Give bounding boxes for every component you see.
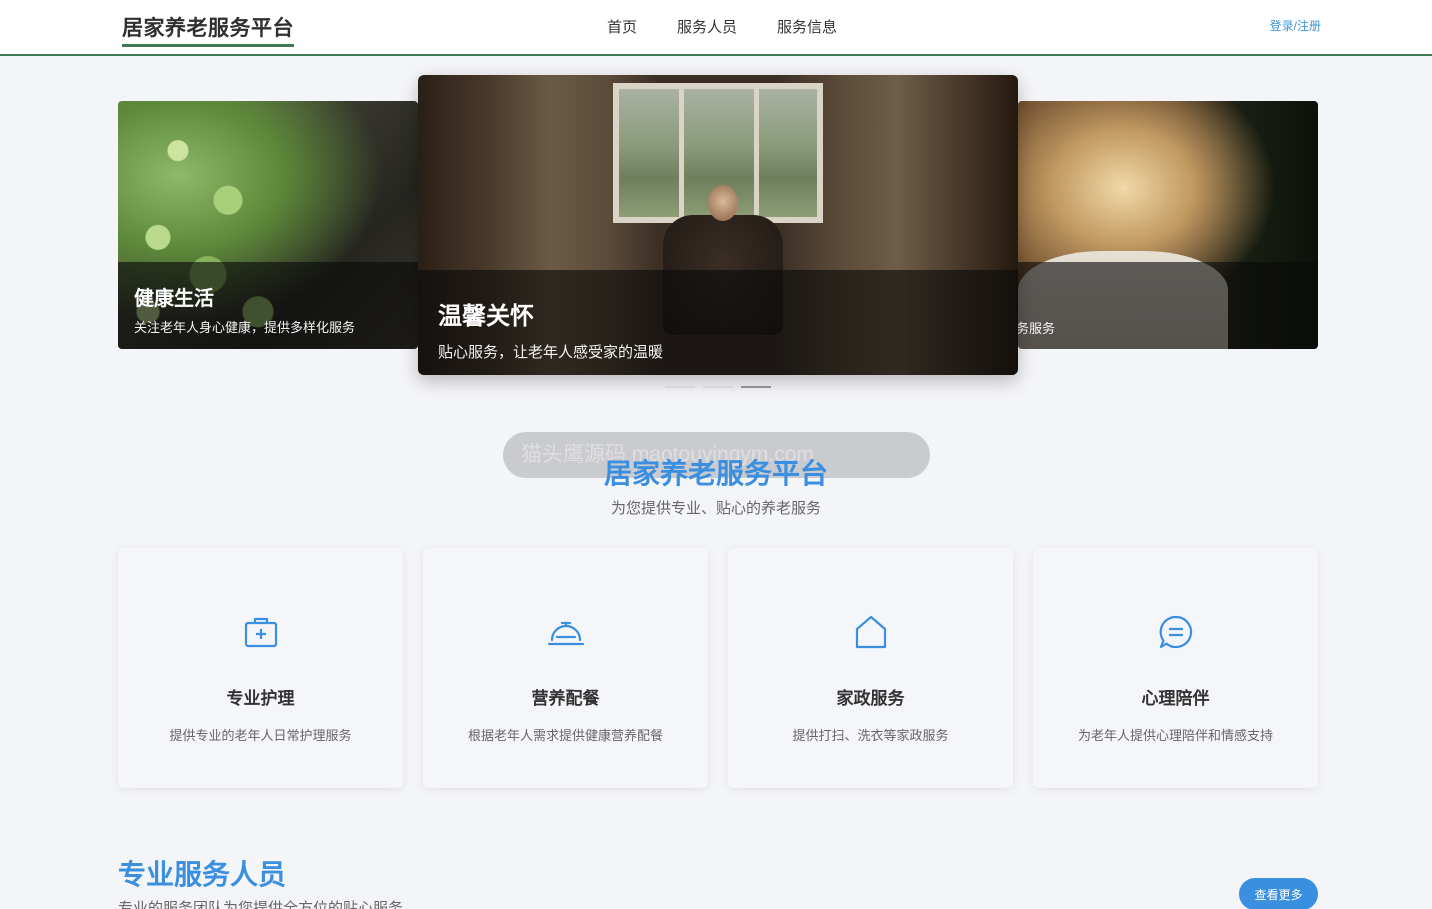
carousel-slide-left[interactable]: 健康生活 关注老年人身心健康，提供多样化服务 xyxy=(118,101,418,349)
hero-carousel: 健康生活 关注老年人身心健康，提供多样化服务 务服务 温馨关怀 贴心服务，让老年… xyxy=(0,56,1432,401)
slide-title: 健康生活 xyxy=(134,288,214,310)
service-card-desc: 为老年人提供心理陪伴和情感支持 xyxy=(1077,728,1273,743)
chat-icon xyxy=(1033,614,1318,650)
nav-staff[interactable]: 服务人员 xyxy=(677,16,737,37)
slide-title: 温馨关怀 xyxy=(438,303,534,330)
slide-photo-person xyxy=(708,185,738,221)
service-cards: 专业护理 提供专业的老年人日常护理服务 营养配餐 根据老年人需求提供健康营养配餐… xyxy=(118,548,1318,788)
login-register-link[interactable]: 登录/注册 xyxy=(1270,17,1321,34)
slide-desc: 关注老年人身心健康，提供多样化服务 xyxy=(134,320,356,335)
service-card-desc: 提供专业的老年人日常护理服务 xyxy=(169,728,352,743)
carousel-dot-2[interactable] xyxy=(703,386,733,388)
nav-home[interactable]: 首页 xyxy=(607,16,637,37)
service-card-title: 营养配餐 xyxy=(531,689,600,708)
main-nav: 首页 服务人员 服务信息 xyxy=(607,16,837,37)
view-more-button[interactable]: 查看更多 xyxy=(1239,878,1318,909)
top-header: 居家养老服务平台 首页 服务人员 服务信息 登录/注册 xyxy=(0,0,1432,56)
slide-caption: 务服务 xyxy=(1018,262,1318,349)
service-card-desc: 提供打扫、洗衣等家政服务 xyxy=(792,728,949,743)
section-subtitle: 为您提供专业、贴心的养老服务 xyxy=(610,500,821,517)
service-card-title: 家政服务 xyxy=(836,689,905,708)
service-card-desc: 根据老年人需求提供健康营养配餐 xyxy=(467,728,663,743)
food-cloche-icon xyxy=(423,614,708,650)
slide-desc: 务服务 xyxy=(1018,321,1056,336)
carousel-slide-active[interactable]: 温馨关怀 贴心服务，让老年人感受家的温暖 xyxy=(418,75,1018,375)
section-title: 居家养老服务平台 xyxy=(603,458,828,489)
service-card-companionship[interactable]: 心理陪伴 为老年人提供心理陪伴和情感支持 xyxy=(1033,548,1318,788)
service-card-nursing[interactable]: 专业护理 提供专业的老年人日常护理服务 xyxy=(118,548,403,788)
service-card-housekeeping[interactable]: 家政服务 提供打扫、洗衣等家政服务 xyxy=(728,548,1013,788)
service-card-title: 心理陪伴 xyxy=(1141,689,1210,708)
slide-desc: 贴心服务，让老年人感受家的温暖 xyxy=(438,344,664,361)
slide-caption: 健康生活 关注老年人身心健康，提供多样化服务 xyxy=(118,262,418,349)
medical-kit-icon xyxy=(118,614,403,650)
carousel-dot-3[interactable] xyxy=(741,386,771,388)
nav-service-info[interactable]: 服务信息 xyxy=(777,16,837,37)
house-icon xyxy=(728,614,1013,650)
staff-section-title: 专业服务人员 xyxy=(118,859,287,890)
service-card-title: 专业护理 xyxy=(226,689,295,708)
service-card-meals[interactable]: 营养配餐 根据老年人需求提供健康营养配餐 xyxy=(423,548,708,788)
carousel-indicators xyxy=(665,386,771,388)
slide-caption: 温馨关怀 贴心服务，让老年人感受家的温暖 xyxy=(418,270,1018,375)
carousel-slide-right[interactable]: 务服务 xyxy=(1018,101,1318,349)
staff-section-subtitle: 专业的服务团队为您提供全方位的贴心服务 xyxy=(118,900,404,909)
carousel-dot-1[interactable] xyxy=(665,386,695,388)
site-brand[interactable]: 居家养老服务平台 xyxy=(122,12,294,47)
